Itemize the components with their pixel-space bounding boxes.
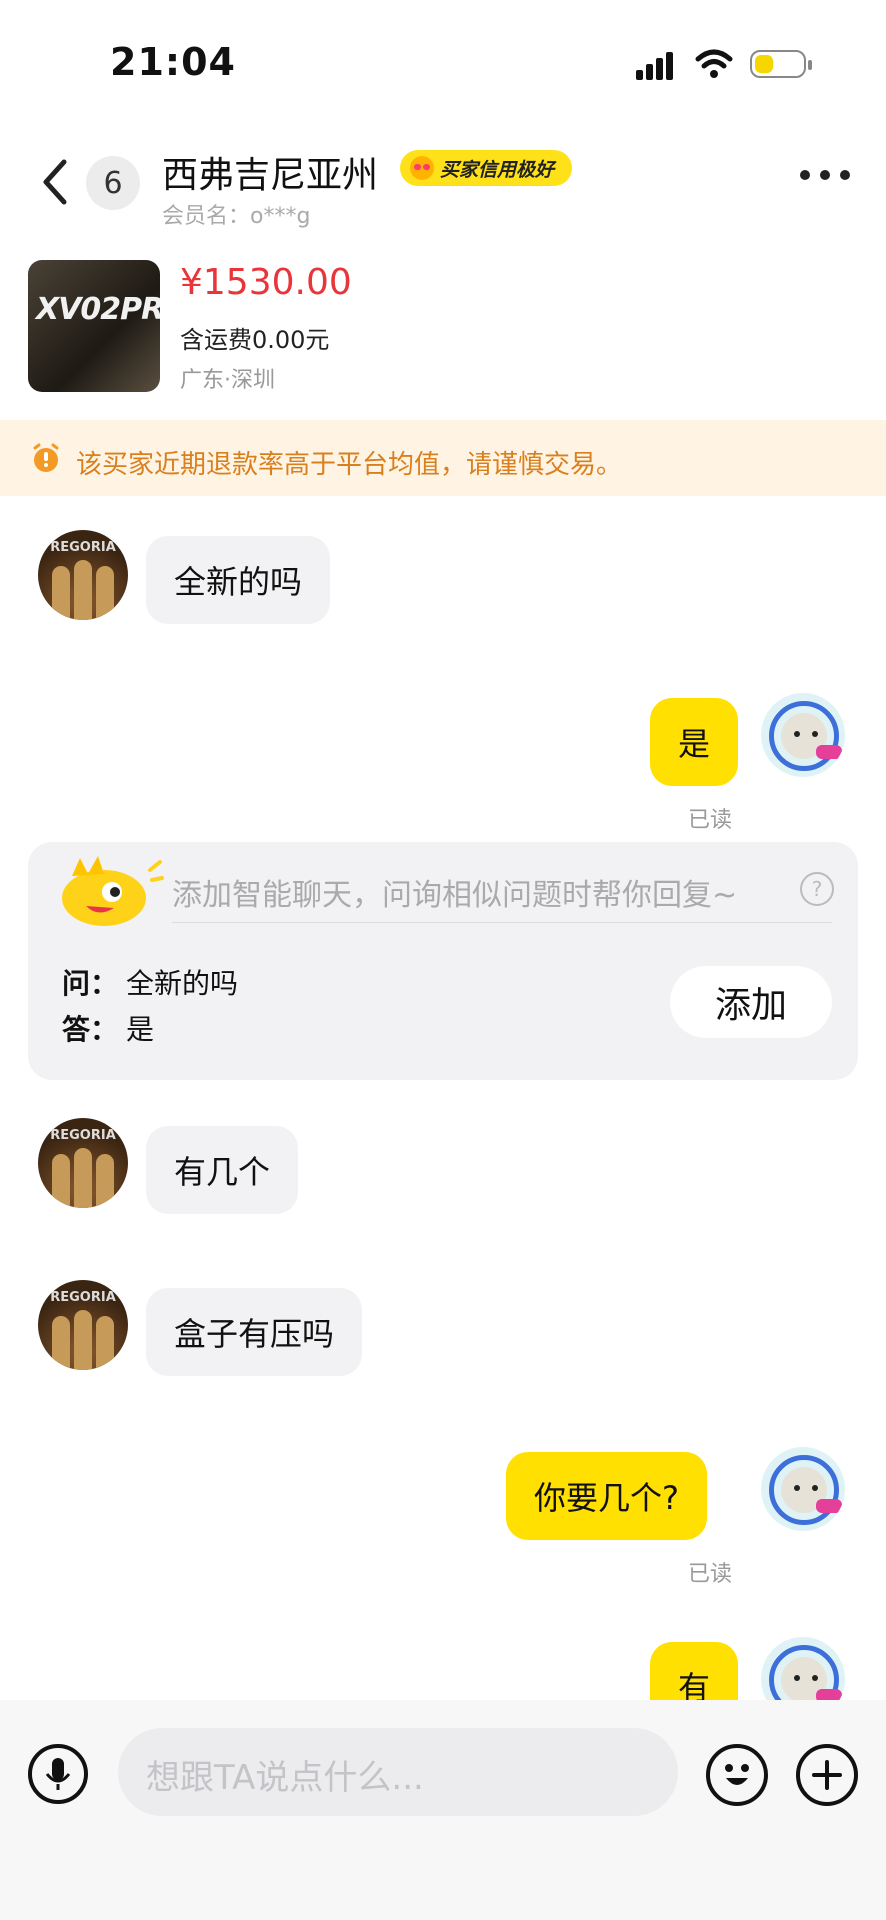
message-input-placeholder: 想跟TA说点什么... bbox=[146, 1758, 424, 1798]
message-bubble[interactable]: 你要几个? bbox=[506, 1452, 707, 1540]
product-thumbnail[interactable]: XV02PRO bbox=[28, 260, 160, 392]
buyer-avatar[interactable]: REGORIA bbox=[38, 1280, 128, 1370]
message-bubble[interactable]: 是 bbox=[650, 698, 739, 786]
message-bubble[interactable]: 有 bbox=[650, 1642, 739, 1700]
message-bubble[interactable]: 全新的吗 bbox=[146, 536, 331, 624]
contact-name[interactable]: 西弗吉尼亚州 bbox=[162, 146, 378, 198]
avatar-text: REGORIA bbox=[50, 1290, 116, 1305]
message-bubble[interactable]: 盒子有压吗 bbox=[146, 1288, 363, 1376]
plus-icon[interactable] bbox=[796, 1744, 858, 1806]
member-name: 会员名：o***g bbox=[162, 204, 311, 229]
product-shipping: 含运费0.00元 bbox=[180, 326, 330, 354]
question-key: 问： bbox=[62, 967, 119, 1000]
battery-icon bbox=[750, 50, 812, 78]
wifi-icon bbox=[695, 49, 733, 78]
answer-text: 是 bbox=[126, 1013, 155, 1046]
add-smart-reply-button[interactable]: 添加 bbox=[670, 966, 832, 1038]
smart-reply-title: 添加智能聊天，问询相似问题时帮你回复~ bbox=[172, 878, 738, 913]
microphone-icon[interactable] bbox=[28, 1744, 88, 1804]
alarm-icon bbox=[33, 443, 59, 472]
product-price: ¥1530.00 bbox=[180, 262, 352, 303]
unread-count-badge[interactable]: 6 bbox=[86, 156, 140, 210]
status-time: 21:04 bbox=[110, 40, 236, 84]
avatar-text: REGORIA bbox=[50, 1128, 116, 1143]
emoji-icon[interactable] bbox=[706, 1744, 768, 1806]
message-row-clipped: 有 bbox=[0, 1630, 886, 1700]
warning-text: 该买家近期退款率高于平台均值，请谨慎交易。 bbox=[76, 450, 623, 480]
message-bubble[interactable]: 有几个 bbox=[146, 1126, 299, 1214]
back-chevron-icon[interactable] bbox=[36, 158, 76, 206]
question-text: 全新的吗 bbox=[126, 967, 239, 1000]
product-thumbnail-label: XV02PRO bbox=[36, 292, 160, 327]
self-avatar[interactable] bbox=[758, 1444, 848, 1534]
buyer-avatar[interactable]: REGORIA bbox=[38, 1118, 128, 1208]
product-location: 广东·深圳 bbox=[180, 368, 275, 393]
mascot-bird-icon bbox=[62, 856, 164, 926]
credit-badge-label: 买家信用极好 bbox=[440, 158, 555, 181]
buyer-avatar[interactable]: REGORIA bbox=[38, 530, 128, 620]
credit-badge: 买家信用极好 bbox=[400, 150, 573, 186]
read-receipt: 已读 bbox=[688, 1562, 733, 1587]
self-avatar[interactable] bbox=[758, 690, 848, 780]
answer-key: 答： bbox=[62, 1013, 119, 1046]
more-dots-icon[interactable] bbox=[800, 170, 852, 184]
cellular-signal-icon bbox=[636, 50, 682, 80]
read-receipt: 已读 bbox=[688, 808, 733, 833]
help-icon[interactable]: ? bbox=[800, 872, 834, 906]
divider bbox=[172, 922, 832, 923]
avatar-text: REGORIA bbox=[50, 540, 116, 555]
emoji-icon bbox=[410, 156, 434, 180]
self-avatar[interactable] bbox=[758, 1634, 848, 1700]
